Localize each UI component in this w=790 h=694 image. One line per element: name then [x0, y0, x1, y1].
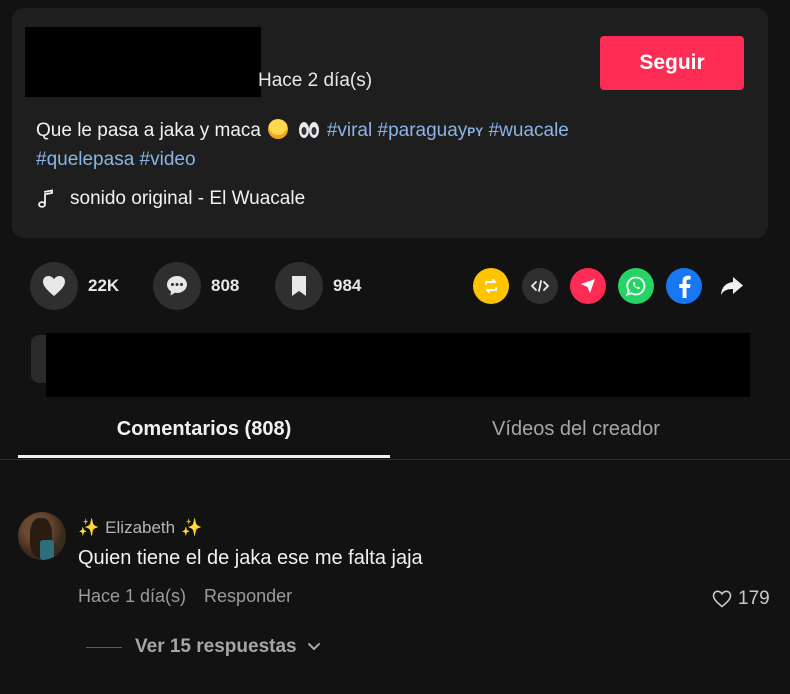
post-caption: Que le pasa a jaka y maca #viral #paragu…	[36, 117, 736, 173]
save-action[interactable]: 984	[275, 262, 361, 310]
sound-link[interactable]: sonido original - El Wuacale	[36, 188, 305, 210]
view-replies-button[interactable]: Ver 15 respuestas	[86, 636, 321, 658]
hashtag-viral[interactable]: #viral	[327, 120, 372, 141]
post-info-card: Hace 2 día(s) Seguir Que le pasa a jaka …	[12, 8, 768, 238]
like-count: 22K	[88, 276, 120, 295]
repost-button[interactable]	[473, 268, 509, 304]
tab-bar: Comentarios (808) Vídeos del creador	[0, 400, 790, 460]
comment-time: Hace 1 día(s)	[78, 586, 187, 606]
reply-button[interactable]: Responder	[204, 586, 292, 607]
share-arrow-icon	[721, 277, 743, 295]
hashtag-paraguay-suffix: PY	[467, 125, 484, 139]
embed-icon	[531, 280, 549, 292]
chevron-down-icon	[307, 643, 320, 650]
comment-bubble-icon	[167, 276, 187, 296]
hashtag-video[interactable]: #video	[140, 149, 196, 170]
view-replies-label: Ver 15 respuestas	[135, 636, 297, 657]
comment-action[interactable]: 808	[153, 262, 239, 310]
eyes-emoji-icon	[298, 122, 319, 138]
whatsapp-button[interactable]	[618, 268, 654, 304]
comment-button[interactable]	[153, 262, 201, 310]
follow-button[interactable]: Seguir	[600, 36, 744, 90]
comment-text: Quien tiene el de jaka ese me falta jaja	[78, 547, 423, 569]
caption-text: Que le pasa a jaka y maca	[36, 120, 261, 141]
sound-name: sonido original - El Wuacale	[70, 188, 306, 209]
hashtag-quelepasa[interactable]: #quelepasa	[36, 149, 134, 170]
heart-outline-icon	[712, 590, 732, 608]
replies-divider-line	[86, 646, 122, 648]
post-time: Hace 2 día(s)	[258, 70, 373, 91]
comment-meta: Hace 1 día(s) Responder	[78, 586, 292, 607]
comment-like-count: 179	[738, 588, 770, 609]
hashtag-paraguay[interactable]: #paraguayPY	[378, 120, 484, 141]
share-more-button[interactable]	[714, 268, 750, 304]
music-note-icon	[38, 189, 53, 208]
sparkle-left: ✨	[78, 518, 100, 537]
send-icon	[581, 279, 595, 293]
like-button[interactable]	[30, 262, 78, 310]
hashtag-wuacale[interactable]: #wuacale	[489, 120, 569, 141]
redacted-author-block	[25, 27, 261, 97]
comment-count: 808	[211, 276, 240, 295]
comment-username: Elizabeth	[105, 518, 176, 537]
sparkle-right: ✨	[181, 518, 203, 537]
embed-button[interactable]	[522, 268, 558, 304]
comment-username-link[interactable]: ✨ Elizabeth ✨	[78, 518, 208, 538]
avatar-clothing-shape	[40, 540, 54, 560]
tab-creator-videos[interactable]: Vídeos del creador	[390, 400, 762, 458]
like-action[interactable]: 22K	[30, 262, 119, 310]
avatar[interactable]	[18, 512, 66, 560]
repost-icon	[485, 279, 497, 293]
redacted-link-block	[46, 333, 750, 397]
facebook-icon	[679, 275, 691, 298]
whatsapp-icon	[626, 276, 646, 296]
heart-icon	[43, 276, 65, 296]
save-button[interactable]	[275, 262, 323, 310]
hashtag-paraguay-text: #paraguay	[377, 120, 468, 141]
tabs-divider	[0, 459, 790, 460]
laughing-emoji-icon	[268, 119, 289, 139]
active-tab-underline	[18, 455, 390, 458]
send-button[interactable]	[570, 268, 606, 304]
save-count: 984	[333, 276, 362, 295]
tab-comments[interactable]: Comentarios (808)	[18, 400, 390, 458]
comment-like-button[interactable]: 179	[712, 588, 770, 610]
bookmark-icon	[292, 276, 306, 296]
facebook-button[interactable]	[666, 268, 702, 304]
